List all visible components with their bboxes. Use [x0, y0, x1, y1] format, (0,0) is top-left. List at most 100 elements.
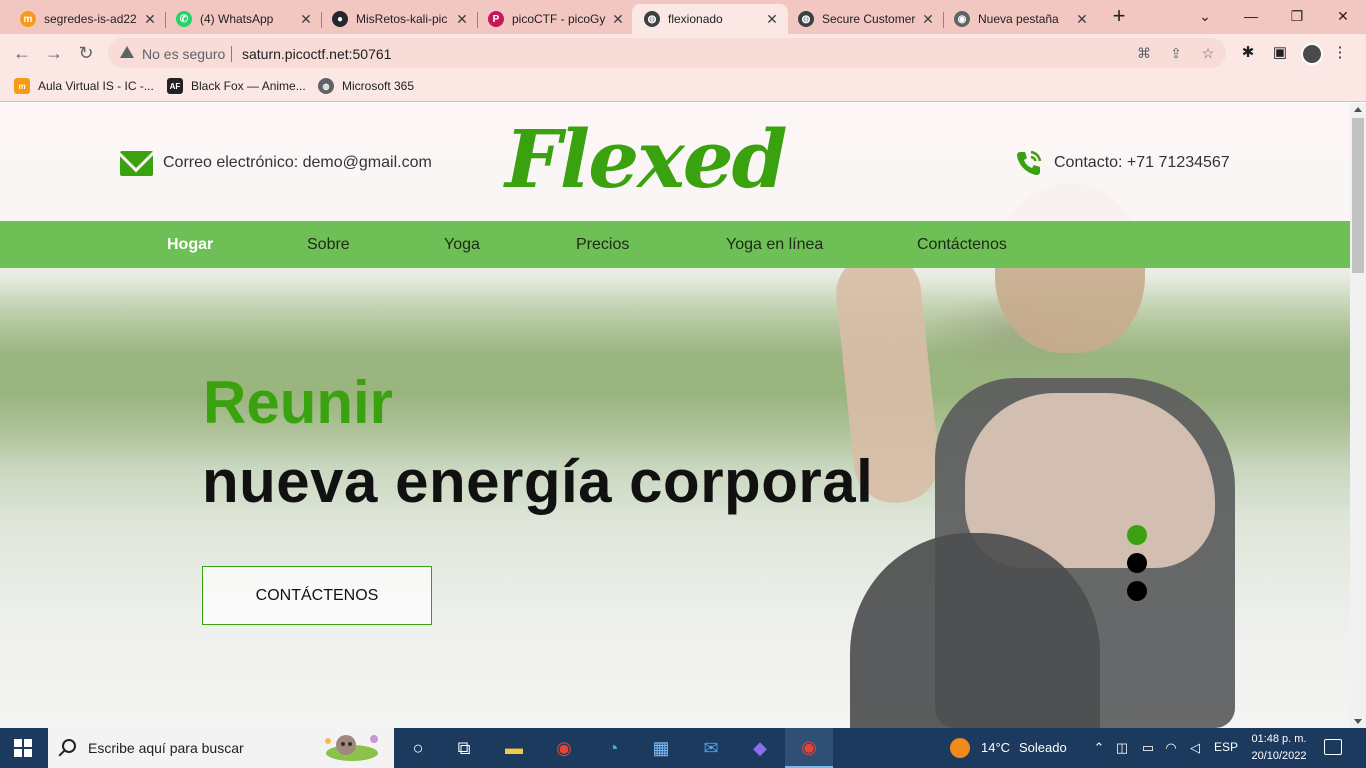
bookmark-black-fox[interactable]: AF Black Fox — Anime... — [167, 78, 306, 94]
scroll-thumb[interactable] — [1352, 118, 1364, 273]
tab-title: (4) WhatsApp — [200, 12, 274, 26]
scroll-down-icon[interactable] — [1354, 719, 1362, 724]
meet-icon[interactable]: ◫ — [1113, 738, 1131, 758]
chrome-icon: ◉ — [954, 11, 970, 27]
search-icon — [62, 739, 76, 753]
slider-dot-2[interactable] — [1127, 553, 1147, 573]
mail-icon[interactable]: ✉ — [687, 728, 735, 768]
battery-icon[interactable]: ▭ — [1139, 738, 1157, 758]
avatar[interactable] — [1301, 43, 1323, 65]
side-panel-icon[interactable]: ▣ — [1268, 41, 1292, 65]
tab-title: Nueva pestaña — [978, 12, 1059, 26]
back-button[interactable]: ← — [10, 41, 34, 65]
taskbar-search[interactable]: Escribe aquí para buscar — [48, 728, 394, 768]
tab-title: segredes-is-ad22 — [44, 12, 137, 26]
chevron-up-icon[interactable]: ⌃ — [1090, 738, 1108, 758]
tab-search-button[interactable]: ⌄ — [1182, 5, 1228, 27]
reload-button[interactable]: ↻ — [74, 41, 98, 65]
bookmark-label: Microsoft 365 — [342, 79, 415, 93]
notification-icon[interactable] — [1324, 739, 1342, 755]
chrome-profile-icon[interactable]: ◉ — [785, 728, 833, 768]
slider-dot-3[interactable] — [1127, 581, 1147, 601]
close-icon[interactable]: ✕ — [920, 11, 936, 28]
whatsapp-icon: ✆ — [176, 11, 192, 27]
close-icon[interactable]: ✕ — [1074, 11, 1090, 28]
tab-picoctf[interactable]: P picoCTF - picoGy ✕ — [476, 4, 634, 34]
clock-date: 20/10/2022 — [1251, 750, 1307, 762]
site-header: Correo electrónico: demo@gmail.com Flexe… — [0, 103, 1350, 221]
nav-yoga-en-linea[interactable]: Yoga en línea — [726, 236, 823, 254]
tab-nueva-pestana[interactable]: ◉ Nueva pestaña ✕ — [942, 4, 1098, 34]
bookmark-star-icon[interactable]: ☆ — [1198, 43, 1218, 63]
store-icon[interactable]: ▦ — [637, 728, 685, 768]
bookmark-microsoft-365[interactable]: ◍ Microsoft 365 — [318, 78, 414, 94]
clock[interactable]: 01:48 p. m. 20/10/2022 — [1244, 731, 1314, 765]
close-window-button[interactable]: ✕ — [1320, 5, 1366, 27]
site-logo[interactable]: Flexed — [505, 109, 788, 209]
nav-precios[interactable]: Precios — [576, 236, 629, 254]
scroll-up-icon[interactable] — [1354, 107, 1362, 112]
search-placeholder: Escribe aquí para buscar — [88, 740, 244, 756]
main-nav: Hogar Sobre Yoga Precios Yoga en línea C… — [0, 221, 1350, 268]
slider-dot-1[interactable] — [1127, 525, 1147, 545]
windows-start-icon[interactable] — [14, 739, 32, 757]
volume-icon[interactable]: ◁ — [1186, 738, 1204, 758]
tab-flexionado[interactable]: ◍ flexionado ✕ — [632, 4, 788, 34]
wifi-icon[interactable]: ◠ — [1162, 738, 1180, 758]
hero-headline: nueva energía corporal — [202, 448, 874, 515]
close-icon[interactable]: ✕ — [610, 11, 626, 28]
nav-yoga[interactable]: Yoga — [444, 236, 480, 254]
clock-time: 01:48 p. m. — [1251, 733, 1307, 745]
globe-icon: ◍ — [798, 11, 814, 27]
github-icon: ● — [332, 11, 348, 27]
minimize-button[interactable]: — — [1228, 5, 1274, 27]
close-icon[interactable]: ✕ — [764, 11, 780, 28]
share-icon[interactable]: ⇪ — [1166, 43, 1186, 63]
bookmark-aula-virtual[interactable]: m Aula Virtual IS - IC -... — [14, 78, 154, 94]
close-icon[interactable]: ✕ — [454, 11, 470, 28]
weather-temp[interactable]: 14°C — [981, 740, 1010, 755]
af-icon: AF — [167, 78, 183, 94]
edge-icon[interactable]: ◔ — [589, 728, 637, 768]
new-tab-button[interactable]: + — [1108, 5, 1130, 28]
obsidian-icon[interactable]: ◆ — [736, 728, 784, 768]
restore-button[interactable]: ❐ — [1274, 5, 1320, 27]
tab-title: flexionado — [668, 12, 723, 26]
weather-icon[interactable] — [950, 738, 970, 758]
weather-text[interactable]: Soleado — [1019, 740, 1067, 755]
tab-whatsapp[interactable]: ✆ (4) WhatsApp ✕ — [164, 4, 322, 34]
tab-secure-customer[interactable]: ◍ Secure Customer ✕ — [786, 4, 944, 34]
language-indicator[interactable]: ESP — [1214, 740, 1238, 754]
nav-contactenos[interactable]: Contáctenos — [917, 236, 1007, 254]
cortana-icon[interactable]: ○ — [394, 728, 442, 768]
globe-icon: ◍ — [644, 11, 660, 27]
address-bar[interactable]: No es seguro saturn.picoctf.net:50761 ⌘ … — [108, 38, 1226, 68]
nav-hogar[interactable]: Hogar — [167, 236, 213, 254]
close-icon[interactable]: ✕ — [142, 11, 158, 28]
url-text[interactable]: saturn.picoctf.net:50761 — [242, 46, 391, 62]
forward-button[interactable]: → — [42, 41, 66, 65]
taskbar: Escribe aquí para buscar ○ ⧉ ▬ ◉ ◔ ▦ ✉ ◆… — [0, 728, 1366, 768]
close-icon[interactable]: ✕ — [298, 11, 314, 28]
tab-segredes[interactable]: m segredes-is-ad22 ✕ — [8, 4, 166, 34]
tab-title: Secure Customer — [822, 12, 916, 26]
chrome-icon[interactable]: ◉ — [540, 728, 588, 768]
hero-headline-accent: Reunir — [203, 369, 394, 436]
phone-icon — [1017, 150, 1042, 175]
security-label[interactable]: No es seguro — [142, 46, 225, 62]
page-scrollbar[interactable] — [1350, 103, 1366, 728]
menu-icon[interactable]: ⋮ — [1328, 41, 1352, 65]
extensions-icon[interactable]: ✱ — [1236, 41, 1260, 65]
translate-icon[interactable]: ⌘ — [1134, 43, 1154, 63]
picoctf-icon: P — [488, 11, 504, 27]
contact-button[interactable]: CONTÁCTENOS — [202, 566, 432, 625]
contact-phone: Contacto: +71 71234567 — [1054, 154, 1230, 171]
tab-strip: m segredes-is-ad22 ✕ ✆ (4) WhatsApp ✕ ● … — [0, 0, 1366, 34]
bookmarks-bar: m Aula Virtual IS - IC -... AF Black Fox… — [0, 72, 1366, 102]
file-explorer-icon[interactable]: ▬ — [490, 728, 538, 768]
tab-misretos[interactable]: ● MisRetos-kali-pic ✕ — [320, 4, 478, 34]
task-view-icon[interactable]: ⧉ — [440, 728, 488, 768]
nav-sobre[interactable]: Sobre — [307, 236, 350, 254]
web-page: Correo electrónico: demo@gmail.com Flexe… — [0, 103, 1350, 728]
warning-icon[interactable] — [120, 46, 134, 58]
